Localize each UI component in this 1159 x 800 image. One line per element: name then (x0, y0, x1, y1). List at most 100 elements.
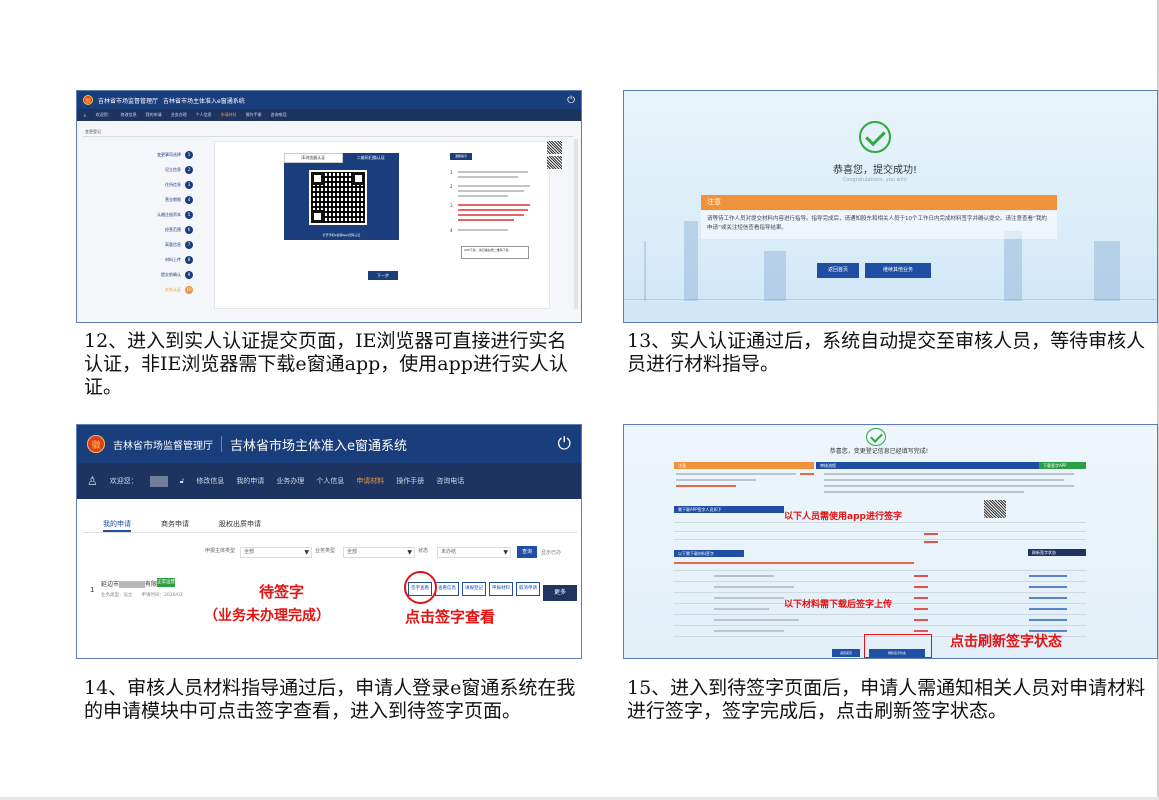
step-item[interactable]: 设立信息 2 (125, 162, 193, 177)
table-row (674, 625, 1086, 626)
divider (221, 436, 222, 452)
nav-item-personal[interactable]: 个人信息 (316, 476, 344, 486)
nav-item-edit-info[interactable]: 修改信息 (121, 112, 137, 118)
download-upload-links[interactable] (1029, 575, 1067, 577)
flow-text (824, 479, 1064, 481)
table-row (674, 570, 1086, 571)
nav-item-hotline[interactable]: 咨询电话 (271, 112, 287, 118)
top-nav: ♙ 欢迎您： 修改信息 我的申请 业务办理 个人信息 申请材料 操作手册 咨询电… (77, 109, 581, 121)
annotation-refresh: 点击刷新签字状态 (950, 634, 1062, 650)
table-row (674, 581, 1086, 582)
fill-register-button[interactable]: 填报登记 (462, 582, 486, 596)
step-item[interactable]: 高管信息 7 (125, 237, 193, 252)
nav-item-manual[interactable]: 操作手册 (396, 476, 424, 486)
table-row (674, 522, 1086, 523)
screenshot-my-applications: 徽 吉林省市场监督管理厅 吉林省市场主体准入e窗通系统 ⏻ ♙ 欢迎您： 🔓︎ … (76, 424, 582, 659)
query-button[interactable]: 查询 (517, 546, 537, 558)
background-decoration (1004, 231, 1022, 301)
step-item[interactable]: 营业期限 4 (125, 192, 193, 207)
download-upload-links[interactable] (1029, 586, 1067, 588)
notice-text: 请等待工作人员对提交材料内容进行指导。指导完成后，请通知股东和相关人员于10个工… (701, 211, 1057, 239)
tip-text-warning (458, 214, 524, 216)
download-sign-app-button[interactable]: 下载签字APP (1039, 462, 1086, 469)
material-name (714, 586, 794, 588)
screenshot-real-name-auth: 徽 吉林省市场监督管理厅 吉林省市场主体准入e窗通系统 ⏻ ♙ 欢迎您： 修改信… (76, 90, 582, 323)
step-item[interactable]: 材料上传 8 (125, 252, 193, 267)
sign-status-cell (914, 619, 928, 621)
table-row (674, 539, 1086, 540)
breadcrumb: 变更登记 (85, 129, 101, 134)
nav-item-personal[interactable]: 个人信息 (196, 112, 212, 118)
step-item-current[interactable]: 实名认证 10 (125, 282, 193, 297)
tab-commerce[interactable]: 商务申请 (161, 515, 189, 532)
step-item[interactable]: 提交前确认 9 (125, 267, 193, 282)
download-upload-links[interactable] (1029, 608, 1067, 610)
tab-my-applications[interactable]: 我的申请 (103, 515, 131, 532)
home-button[interactable]: 返回首页 (817, 263, 859, 278)
step-item[interactable]: 经营范围 6 (125, 222, 193, 237)
tip-text-warning (458, 219, 514, 221)
nav-item-manual[interactable]: 操作手册 (246, 112, 262, 118)
nav-item-business[interactable]: 业务办理 (276, 476, 304, 486)
app-download-tip: APP下载：请扫描右侧二维码下载 (461, 246, 529, 259)
application-tabs: 我的申请 商务申请 股权出质申请 (83, 515, 577, 533)
sign-status-cell (914, 630, 928, 632)
cancel-application-button[interactable]: 取消申请 (516, 582, 540, 596)
nav-item-my-applications[interactable]: 我的申请 (146, 112, 162, 118)
material-name (714, 608, 769, 610)
view-info-button[interactable]: 查看信息 (435, 582, 459, 596)
filter-status-select[interactable]: 未办结 ▼ (437, 547, 511, 558)
back-home-button[interactable]: 返回首页 (832, 649, 860, 657)
next-button[interactable]: 下一步 (368, 271, 398, 280)
show-done-checkbox[interactable]: 显示已办 (541, 549, 561, 556)
nav-item-materials[interactable]: 申请材料 (356, 476, 384, 486)
notice-text-highlight (676, 485, 736, 487)
step-item[interactable]: 住所信息 3 (125, 177, 193, 192)
annotation-app-sign: 以下人员需使用app进行签字 (784, 512, 902, 522)
tips-title: 温馨提示 (450, 153, 472, 160)
filter-status-label: 状态 (418, 548, 429, 554)
status-badge: 正常运营 (157, 578, 175, 587)
continue-button[interactable]: 继续其他业务 (865, 263, 931, 278)
highlight-box (864, 634, 932, 658)
nav-item-hotline[interactable]: 咨询电话 (436, 476, 464, 486)
tip-text (458, 229, 508, 231)
materials-warning (674, 562, 914, 564)
tip-text (458, 176, 518, 178)
step-item[interactable]: 变更事项选择 1 (125, 147, 193, 162)
download-upload-links[interactable] (1029, 597, 1067, 599)
user-icon: ♙ (87, 474, 98, 488)
tab-equity-pledge[interactable]: 股权出质申请 (219, 515, 261, 532)
step-list: 变更事项选择 1 设立信息 2 住所信息 3 营业期限 4 认缴注册资本 5 经营范围 6 … (125, 147, 193, 297)
scrollbar[interactable] (574, 139, 578, 309)
annotation-pending-sign: 待签字 (259, 583, 305, 601)
flow-text (824, 485, 1074, 487)
side-qr-icon (547, 141, 562, 154)
refresh-sign-status-button[interactable]: 刷新签字状态 (1028, 549, 1086, 556)
notice-text (676, 479, 756, 481)
nav-item-edit-info[interactable]: 修改信息 (196, 476, 224, 486)
background-decoration (624, 299, 1157, 300)
screenshot-submit-success: 恭喜您，提交成功! Congratulations, you win! 注意 请… (623, 90, 1158, 323)
background-decoration (1094, 241, 1120, 301)
materials-button[interactable]: 申报材料 (489, 582, 513, 596)
power-icon[interactable]: ⏻ (567, 95, 575, 106)
caption-step-12: 12、进入到实人认证提交页面，IE浏览器可直接进行实名认证，非IE浏览器需下载e… (84, 330, 568, 398)
step-item[interactable]: 认缴注册资本 5 (125, 207, 193, 222)
filter-type-select[interactable]: 全部 ▼ (240, 547, 312, 558)
caption-step-15: 15、进入到待签字页面后，申请人需通知相关人员对申请材料进行签字，签字完成后，点… (627, 677, 1146, 722)
power-icon[interactable]: ⏻ (558, 434, 571, 454)
sign-status-cell (924, 533, 938, 535)
filter-biz-select[interactable]: 全部 ▼ (343, 547, 415, 558)
material-name (714, 597, 784, 599)
nav-item-business[interactable]: 业务办理 (171, 112, 187, 118)
download-upload-links[interactable] (1029, 619, 1067, 621)
system-name: 吉林省市场主体准入e窗通系统 (163, 97, 245, 105)
welcome-label: 欢迎您： (109, 477, 138, 485)
tip-text-warning (458, 204, 530, 206)
more-button[interactable]: 更多 (543, 585, 577, 601)
tab-qr-auth[interactable]: 二维码扫描认证 (342, 153, 399, 163)
nav-item-materials[interactable]: 申请材料 (221, 112, 237, 118)
nav-item-my-applications[interactable]: 我的申请 (236, 476, 264, 486)
tab-ie-auth[interactable]: IE浏览器认证 (284, 153, 343, 163)
